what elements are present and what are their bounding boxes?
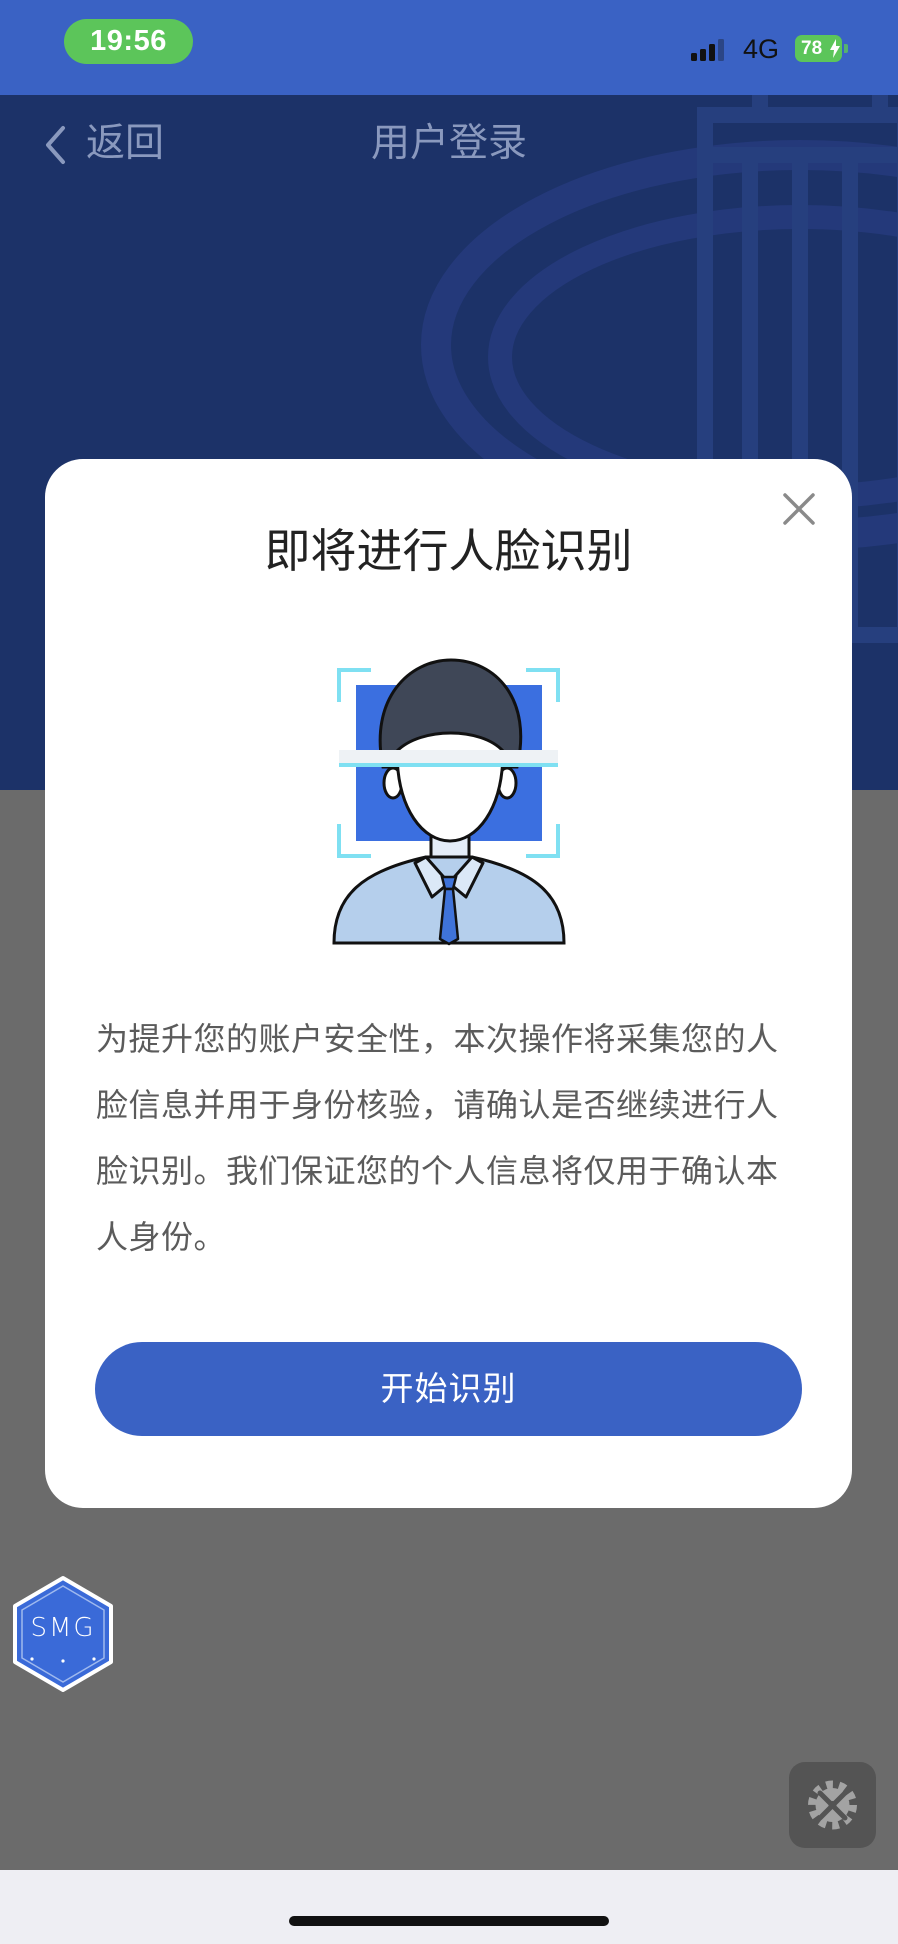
tools-button[interactable] [789,1762,876,1848]
signal-bars-icon [691,39,724,61]
chevron-left-icon[interactable] [40,124,70,166]
face-scan-icon [332,658,566,946]
network-type: 4G [743,34,780,64]
gear-tools-icon [808,1780,857,1830]
dialog-message: 为提升您的账户安全性，本次操作将采集您的人脸信息并用于身份核验，请确认是否继续进… [96,1021,779,1255]
charging-bolt-icon [830,39,840,58]
battery-nub [844,44,848,53]
back-button[interactable]: 返回 [86,121,164,167]
home-indicator-area [0,1870,898,1944]
home-indicator[interactable] [289,1916,609,1926]
status-time: 19:56 [64,19,193,64]
smg-logo-text: SMG [30,1613,96,1643]
dialog-title: 即将进行人脸识别 [264,525,633,577]
battery-level: 78 [801,38,823,59]
start-recognition-button[interactable]: 开始识别 [95,1342,802,1436]
page-title: 用户登录 [370,122,527,165]
